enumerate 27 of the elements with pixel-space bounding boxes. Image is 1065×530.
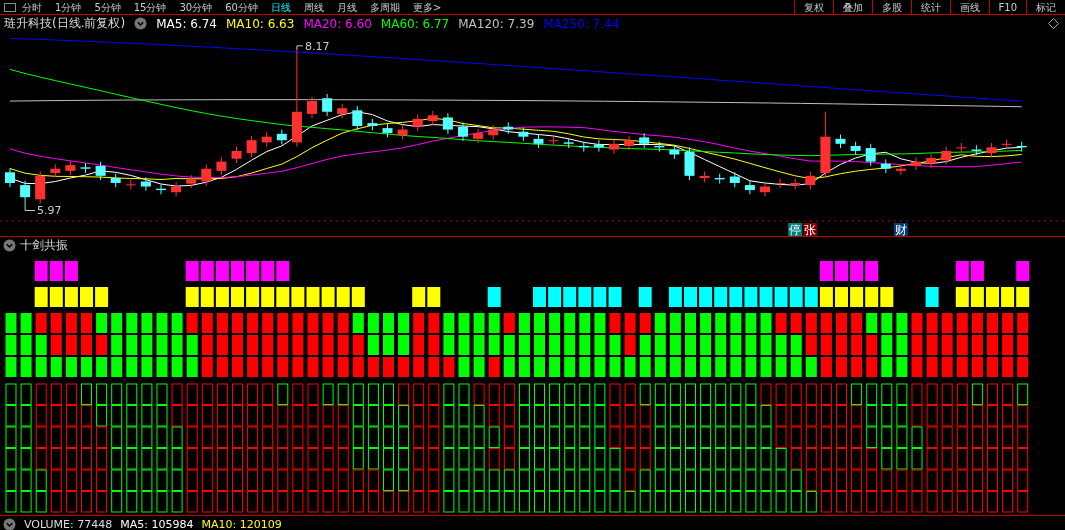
period-tab[interactable]: 5分钟 — [94, 0, 121, 14]
period-tab[interactable]: 日线 — [270, 0, 291, 14]
event-marker[interactable]: 停 — [788, 223, 803, 236]
period-tab[interactable]: 周线 — [303, 0, 324, 14]
moving-average-label: MA20: 6.60 — [303, 16, 372, 31]
moving-average-label: MA10: 6.63 — [225, 16, 295, 31]
period-tab[interactable]: 多周期 — [369, 0, 400, 14]
event-marker[interactable]: 财 — [893, 223, 908, 236]
event-marker[interactable]: 张 — [803, 223, 818, 236]
high-price-label: 8.17 — [304, 39, 330, 53]
period-tab[interactable]: 分时 — [22, 0, 42, 14]
moving-average-label: MA120: 7.39 — [458, 16, 535, 31]
low-price-label: 5.97 — [37, 204, 62, 218]
moving-average-label: MA60: 6.77 — [380, 16, 450, 31]
period-tab[interactable]: 更多> — [412, 0, 442, 14]
volume-label: VOLUME: 77448 — [24, 517, 113, 530]
period-tab[interactable]: 60分钟 — [225, 0, 258, 14]
period-tab[interactable]: 月线 — [336, 0, 357, 14]
indicator-title: 十剑共振 — [20, 236, 68, 254]
moving-average-label: MA5: 6.74 — [156, 16, 217, 31]
volume-average-label: MA5: 105984 — [120, 517, 194, 530]
period-tab[interactable]: 1分钟 — [55, 0, 82, 14]
period-tab[interactable]: 30分钟 — [179, 0, 213, 14]
chart-title: 琏升科技(日线.前复权) — [4, 15, 126, 32]
moving-average-label: MA250: 7.44 — [543, 16, 620, 31]
period-tab[interactable]: 15分钟 — [133, 0, 167, 14]
volume-average-label: MA10: 120109 — [201, 517, 282, 530]
